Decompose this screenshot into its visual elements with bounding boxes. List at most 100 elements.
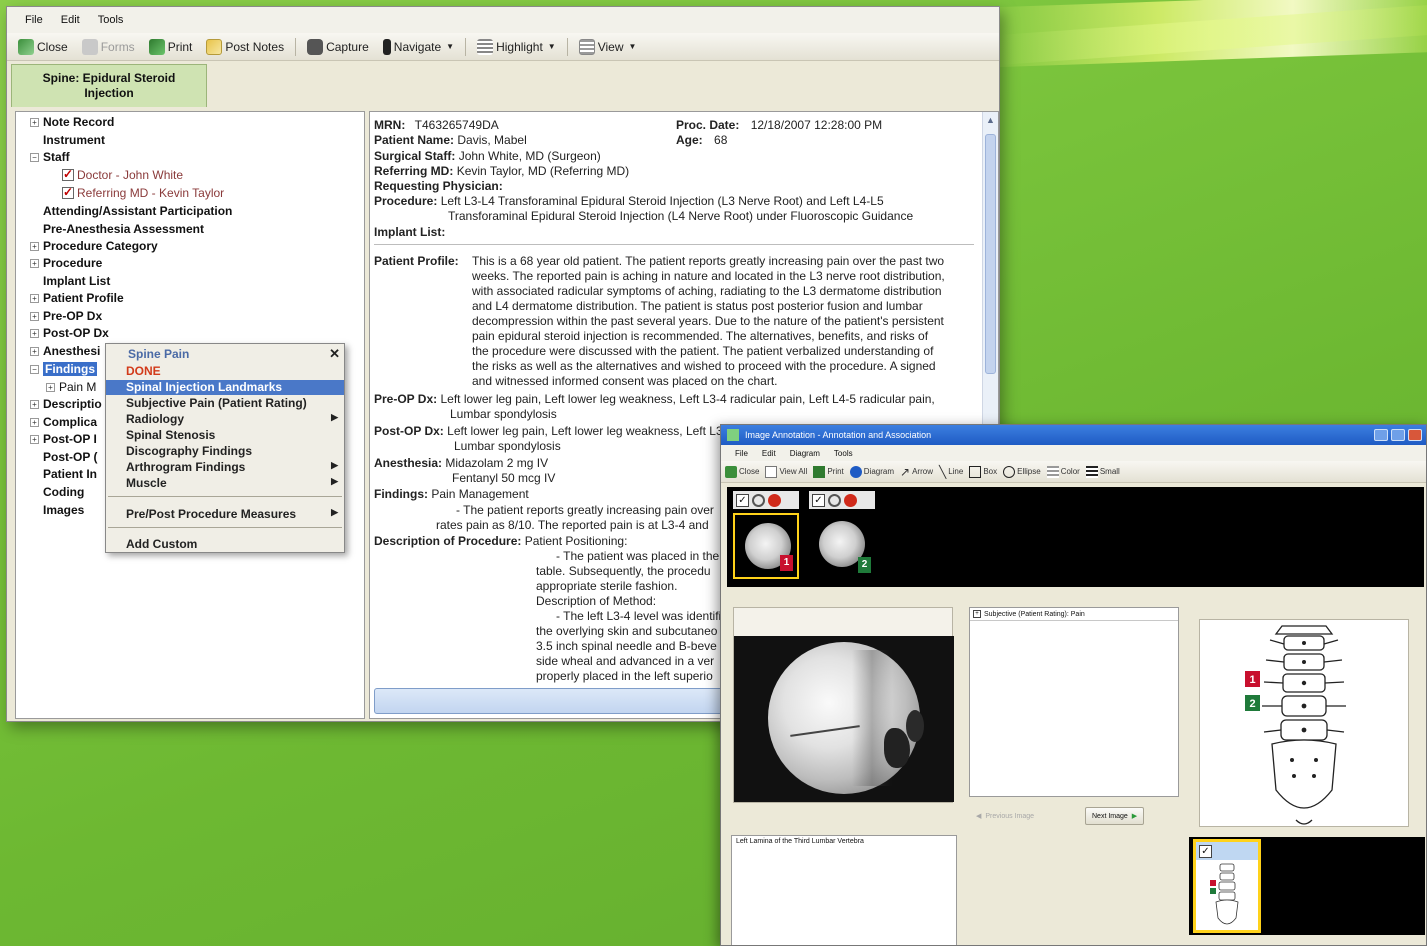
- tree-node-post-op-condition[interactable]: Post-OP (: [30, 449, 97, 465]
- menu-item-spinal-stenosis[interactable]: Spinal Stenosis: [106, 428, 344, 443]
- expand-icon[interactable]: +: [973, 610, 981, 618]
- xray-image[interactable]: [734, 636, 954, 802]
- view-all-button[interactable]: View All: [765, 465, 807, 478]
- menu-item-muscle[interactable]: Muscle ▶: [106, 476, 344, 491]
- zoom-icon[interactable]: [828, 493, 841, 507]
- checkbox-checked-icon[interactable]: ✓: [812, 493, 825, 507]
- checkbox-checked-icon[interactable]: ✓: [736, 493, 749, 507]
- tree-node-procedure-category[interactable]: + Procedure Category: [30, 238, 158, 254]
- list-item[interactable]: + Subjective (Patient Rating): Pain: [970, 608, 1178, 621]
- color-button[interactable]: Color: [1046, 465, 1080, 478]
- tree-node-findings[interactable]: − Findings: [30, 361, 97, 377]
- scroll-thumb[interactable]: [985, 134, 996, 374]
- menu-edit[interactable]: Edit: [61, 14, 80, 26]
- size-button[interactable]: Small: [1085, 465, 1120, 478]
- ellipse-tool-button[interactable]: Ellipse: [1003, 465, 1041, 478]
- scroll-up-icon[interactable]: ▲: [986, 115, 995, 125]
- collapse-icon[interactable]: −: [30, 152, 39, 162]
- menu-item-add-custom[interactable]: Add Custom: [106, 537, 344, 552]
- previous-image-button[interactable]: ◀ Previous Image: [969, 807, 1041, 825]
- annotation-description-field[interactable]: Left Lamina of the Third Lumbar Vertebra: [731, 835, 957, 945]
- expand-icon[interactable]: +: [30, 328, 39, 338]
- checkbox-checked-icon[interactable]: ✓: [1199, 844, 1212, 858]
- line-tool-button[interactable]: ╲ Line: [939, 465, 963, 479]
- zoom-icon[interactable]: [752, 493, 765, 507]
- menu-item-pre-post-procedure-measures[interactable]: Pre/Post Procedure Measures ▶: [106, 507, 344, 522]
- tree-node-coding[interactable]: Coding: [30, 484, 84, 500]
- checkbox-checked-icon[interactable]: [62, 185, 74, 199]
- spine-diagram-icon[interactable]: [1200, 620, 1410, 828]
- menu-tools[interactable]: Tools: [834, 449, 853, 458]
- tree-node-complications[interactable]: + Complica: [30, 414, 97, 430]
- thumbnail-image[interactable]: 2: [809, 513, 875, 579]
- menu-diagram[interactable]: Diagram: [790, 449, 820, 458]
- spine-marker-2[interactable]: 2: [1244, 694, 1261, 712]
- menu-item-spinal-injection-landmarks[interactable]: Spinal Injection Landmarks: [106, 380, 344, 395]
- checkbox-checked-icon[interactable]: [62, 167, 74, 181]
- post-notes-button[interactable]: Post Notes: [201, 37, 289, 57]
- forms-button[interactable]: Forms: [77, 37, 140, 57]
- view-button[interactable]: View ▼: [574, 37, 642, 57]
- expand-icon[interactable]: +: [46, 382, 55, 392]
- close-icon[interactable]: ✕: [329, 346, 340, 362]
- expand-icon[interactable]: +: [30, 434, 39, 444]
- expand-icon[interactable]: +: [30, 346, 39, 356]
- tree-node-patient-instructions[interactable]: Patient In: [30, 466, 97, 482]
- menu-edit[interactable]: Edit: [762, 449, 776, 458]
- delete-icon[interactable]: [844, 493, 857, 507]
- thumbnail-1[interactable]: ✓ 1: [733, 491, 799, 579]
- thumbnail-image[interactable]: 1: [733, 513, 799, 579]
- tree-node-pre-anesthesia[interactable]: Pre-Anesthesia Assessment: [30, 221, 204, 237]
- capture-button[interactable]: Capture: [302, 37, 374, 57]
- expand-icon[interactable]: +: [30, 293, 39, 303]
- expand-icon[interactable]: +: [30, 311, 39, 321]
- menu-tools[interactable]: Tools: [98, 14, 124, 26]
- expand-icon[interactable]: +: [30, 399, 39, 409]
- expand-icon[interactable]: +: [30, 117, 39, 127]
- close-button[interactable]: Close: [13, 37, 73, 57]
- tab-spine-epidural-steroid-injection[interactable]: Spine: Epidural Steroid Injection: [11, 64, 207, 107]
- menu-item-done[interactable]: DONE: [106, 364, 344, 379]
- tree-node-referring-md[interactable]: Referring MD - Kevin Taylor: [62, 185, 224, 201]
- tree-node-post-op-dx[interactable]: + Post-OP Dx: [30, 325, 109, 341]
- diagram-button[interactable]: Diagram: [849, 465, 894, 478]
- tree-node-note-record[interactable]: + Note Record: [30, 114, 114, 130]
- tree-node-doctor[interactable]: Doctor - John White: [62, 167, 183, 183]
- next-image-button[interactable]: Next Image ▶: [1085, 807, 1145, 825]
- menu-file[interactable]: File: [735, 449, 748, 458]
- tree-node-pre-op-dx[interactable]: + Pre-OP Dx: [30, 308, 102, 324]
- tree-node-images[interactable]: Images: [30, 502, 84, 518]
- close-icon[interactable]: [1408, 429, 1422, 441]
- navigate-button[interactable]: Navigate ▼: [378, 37, 459, 57]
- box-tool-button[interactable]: Box: [969, 465, 997, 478]
- arrow-tool-button[interactable]: ↗ Arrow: [900, 465, 933, 479]
- menu-item-radiology[interactable]: Radiology ▶: [106, 412, 344, 427]
- tree-node-attending-assistant[interactable]: Attending/Assistant Participation: [30, 203, 232, 219]
- tree-node-patient-profile[interactable]: + Patient Profile: [30, 290, 124, 306]
- highlight-button[interactable]: Highlight ▼: [472, 37, 561, 57]
- tree-node-procedure[interactable]: + Procedure: [30, 255, 102, 271]
- tree-node-anesthesia[interactable]: + Anesthesi: [30, 343, 100, 359]
- diagram-thumbnail[interactable]: ✓: [1193, 839, 1261, 933]
- thumbnail-2[interactable]: ✓ 2: [809, 491, 875, 579]
- tree-node-post-op-instructions[interactable]: + Post-OP I: [30, 431, 97, 447]
- expand-icon[interactable]: +: [30, 258, 39, 268]
- menu-item-discography-findings[interactable]: Discography Findings: [106, 444, 344, 459]
- menu-item-subjective-pain[interactable]: Subjective Pain (Patient Rating): [106, 396, 344, 411]
- delete-icon[interactable]: [768, 493, 781, 507]
- image-close-button[interactable]: Close: [725, 465, 759, 478]
- tree-node-implant-list[interactable]: Implant List: [30, 273, 110, 289]
- expand-icon[interactable]: +: [30, 417, 39, 427]
- menu-item-arthrogram-findings[interactable]: Arthrogram Findings ▶: [106, 460, 344, 475]
- tree-node-instrument[interactable]: Instrument: [30, 132, 105, 148]
- tree-node-description[interactable]: + Descriptio: [30, 396, 102, 412]
- tree-node-staff[interactable]: − Staff: [30, 149, 70, 165]
- expand-icon[interactable]: +: [30, 241, 39, 251]
- tree-node-pain-management[interactable]: + Pain M: [46, 379, 96, 395]
- minimize-icon[interactable]: [1374, 429, 1388, 441]
- image-print-button[interactable]: Print: [813, 465, 844, 478]
- menu-file[interactable]: File: [25, 14, 43, 26]
- collapse-icon[interactable]: −: [30, 364, 39, 374]
- print-button[interactable]: Print: [144, 37, 198, 57]
- maximize-icon[interactable]: [1391, 429, 1405, 441]
